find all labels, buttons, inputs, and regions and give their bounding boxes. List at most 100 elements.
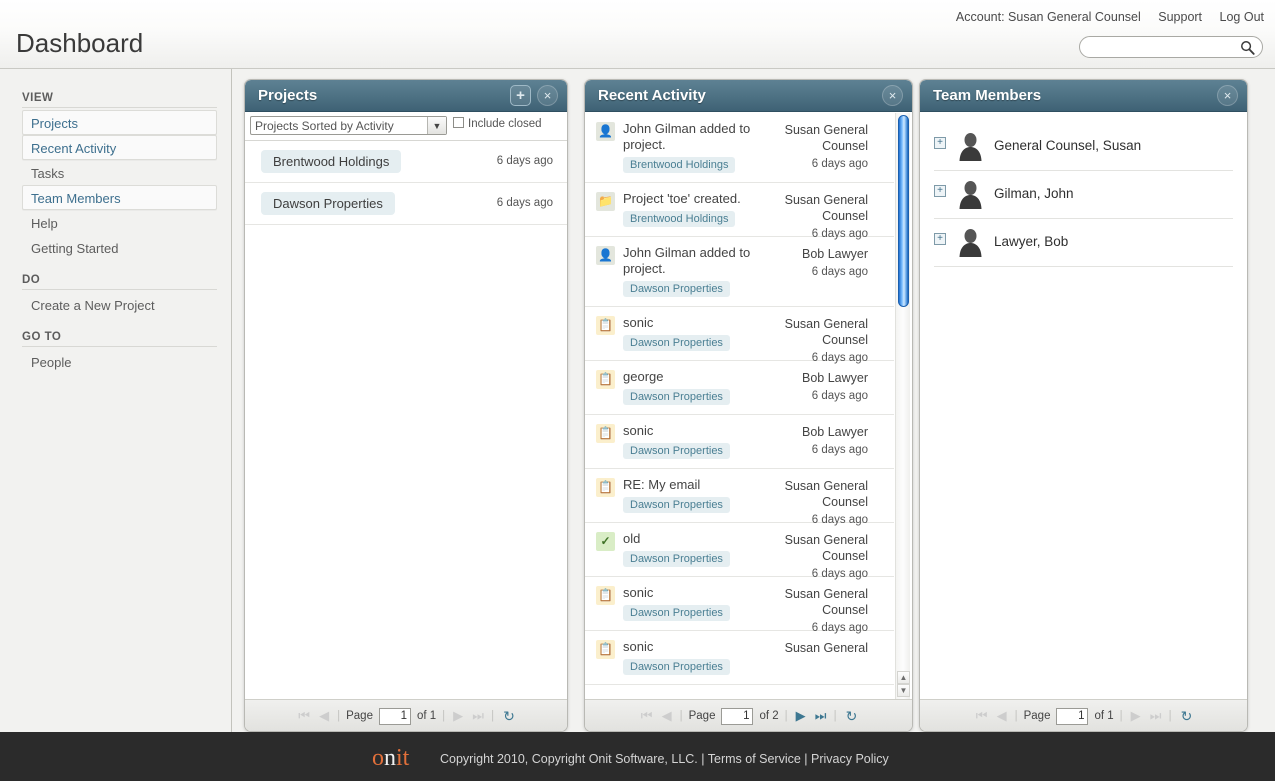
activity-text: sonic <box>623 423 654 438</box>
sidebar-item-people[interactable]: People <box>22 349 217 374</box>
sidebar-item-help[interactable]: Help <box>22 210 217 235</box>
close-recent-activity-panel-button[interactable]: × <box>882 85 903 106</box>
list-item[interactable]: 👤 John Gilman added to project. Brentwoo… <box>585 113 894 183</box>
activity-main: John Gilman added to project. Brentwood … <box>623 121 782 173</box>
avatar <box>959 229 982 257</box>
first-page-button[interactable]: ⏮ <box>640 708 654 724</box>
activity-project-tag[interactable]: Brentwood Holdings <box>623 211 736 227</box>
person-icon: 👤 <box>596 122 615 141</box>
sidebar-item-getting-started[interactable]: Getting Started <box>22 235 217 260</box>
page-total-label: of 1 <box>1094 710 1114 722</box>
expand-icon[interactable]: + <box>934 185 946 197</box>
list-item[interactable]: + Lawyer, Bob <box>934 219 1233 267</box>
projects-sort-select[interactable]: Projects Sorted by Activity ▼ <box>250 116 447 135</box>
add-project-button[interactable]: + <box>510 85 531 106</box>
last-page-button[interactable]: ⏭ <box>814 708 828 724</box>
activity-main: sonic Dawson Properties <box>623 315 782 351</box>
activity-project-tag[interactable]: Dawson Properties <box>623 497 730 513</box>
list-item[interactable]: 📋 sonic Dawson Properties Susan General … <box>585 577 894 634</box>
list-item[interactable]: 📋 sonic Dawson Properties Susan General … <box>585 307 894 364</box>
next-page-button[interactable]: ▶ <box>451 708 465 724</box>
list-item[interactable]: 📋 sonic Dawson Properties Bob Lawyer 6 d… <box>585 415 894 469</box>
note-icon: 📋 <box>596 370 615 389</box>
list-item[interactable]: 👤 John Gilman added to project. Dawson P… <box>585 237 894 307</box>
list-item[interactable]: ✓ old Dawson Properties Susan General Co… <box>585 523 894 580</box>
scroll-up-icon[interactable]: ▲ <box>897 671 910 684</box>
search-input[interactable] <box>1090 39 1238 56</box>
activity-meta: Bob Lawyer 6 days ago <box>768 370 868 404</box>
activity-project-tag[interactable]: Dawson Properties <box>623 551 730 567</box>
list-item[interactable]: + Gilman, John <box>934 171 1233 219</box>
support-link[interactable]: Support <box>1158 10 1202 24</box>
include-closed-label: Include closed <box>468 118 542 130</box>
project-name-chip[interactable]: Dawson Properties <box>261 192 395 215</box>
first-page-button[interactable]: ⏮ <box>975 708 989 724</box>
search-box[interactable] <box>1079 36 1263 58</box>
first-page-button[interactable]: ⏮ <box>297 708 311 724</box>
chevron-down-icon[interactable]: ▼ <box>427 117 446 134</box>
activity-author: Susan General Counsel <box>784 123 868 153</box>
activity-timestamp: 6 days ago <box>811 390 868 402</box>
search-icon[interactable] <box>1240 40 1255 55</box>
expand-icon[interactable]: + <box>934 233 946 245</box>
close-team-members-panel-button[interactable]: × <box>1217 85 1238 106</box>
list-item[interactable]: 📋 RE: My email Dawson Properties Susan G… <box>585 469 894 526</box>
sidebar-item-projects[interactable]: Projects <box>22 110 217 135</box>
sidebar-group-do: DO Create a New Project <box>0 274 231 317</box>
note-icon: 📋 <box>596 316 615 335</box>
activity-author: Susan General Counsel <box>784 317 868 347</box>
refresh-icon[interactable]: ↻ <box>846 708 858 725</box>
activity-project-tag[interactable]: Dawson Properties <box>623 443 730 459</box>
team-member-name[interactable]: Gilman, John <box>994 186 1074 201</box>
footer-copyright[interactable]: Copyright 2010, Copyright Onit Software,… <box>440 752 889 766</box>
page-number-input[interactable] <box>721 707 754 725</box>
team-member-name[interactable]: Lawyer, Bob <box>994 234 1068 249</box>
close-projects-panel-button[interactable]: × <box>537 85 558 106</box>
activity-project-tag[interactable]: Dawson Properties <box>623 281 730 297</box>
project-name-chip[interactable]: Brentwood Holdings <box>261 150 402 173</box>
activity-project-tag[interactable]: Dawson Properties <box>623 389 730 405</box>
activity-project-tag[interactable]: Brentwood Holdings <box>623 157 736 173</box>
next-page-button[interactable]: ▶ <box>1129 708 1143 724</box>
refresh-icon[interactable]: ↻ <box>1181 708 1193 725</box>
prev-page-button[interactable]: ◀ <box>995 708 1009 724</box>
list-item[interactable]: 📋 george Dawson Properties Bob Lawyer 6 … <box>585 361 894 415</box>
team-members-panel-body: + General Counsel, Susan + Gilman, John … <box>920 113 1247 699</box>
activity-meta: Susan General Counsel 6 days ago <box>768 532 868 582</box>
prev-page-button[interactable]: ◀ <box>317 708 331 724</box>
activity-main: Project 'toe' created. Brentwood Holding… <box>623 191 782 227</box>
table-row[interactable]: Brentwood Holdings 6 days ago <box>245 141 567 183</box>
activity-project-tag[interactable]: Dawson Properties <box>623 605 730 621</box>
expand-icon[interactable]: + <box>934 137 946 149</box>
prev-page-button[interactable]: ◀ <box>660 708 674 724</box>
list-item[interactable]: 📋 sonic Dawson Properties Susan General <box>585 631 894 685</box>
divider: | <box>442 710 446 722</box>
sidebar-item-team-members[interactable]: Team Members <box>22 185 217 210</box>
sidebar-item-recent-activity[interactable]: Recent Activity <box>22 135 217 160</box>
scroll-down-icon[interactable]: ▼ <box>897 684 910 697</box>
scrollbar-thumb[interactable] <box>898 115 909 307</box>
project-timestamp: 6 days ago <box>496 155 553 167</box>
include-closed-checkbox-row[interactable]: Include closed <box>453 117 542 130</box>
include-closed-checkbox[interactable] <box>453 117 464 128</box>
page-number-input[interactable] <box>1056 707 1089 725</box>
last-page-button[interactable]: ⏭ <box>1149 708 1163 724</box>
refresh-icon[interactable]: ↻ <box>503 708 515 725</box>
activity-scrollbar[interactable]: ▲ ▼ <box>895 113 910 699</box>
sidebar-item-create-new-project[interactable]: Create a New Project <box>22 292 217 317</box>
list-item[interactable]: + General Counsel, Susan <box>934 123 1233 171</box>
next-page-button[interactable]: ▶ <box>794 708 808 724</box>
page-number-input[interactable] <box>378 707 411 725</box>
logout-link[interactable]: Log Out <box>1220 10 1264 24</box>
scrollbar-arrows[interactable]: ▲ ▼ <box>897 671 910 697</box>
activity-project-tag[interactable]: Dawson Properties <box>623 659 730 675</box>
left-sidebar: VIEW Projects Recent Activity Tasks Team… <box>0 69 232 732</box>
team-member-name[interactable]: General Counsel, Susan <box>994 138 1141 153</box>
table-row[interactable]: Dawson Properties 6 days ago <box>245 183 567 225</box>
activity-author: Susan General <box>784 641 868 655</box>
sidebar-item-tasks[interactable]: Tasks <box>22 160 217 185</box>
list-item[interactable]: 📁 Project 'toe' created. Brentwood Holdi… <box>585 183 894 240</box>
last-page-button[interactable]: ⏭ <box>471 708 485 724</box>
top-header-bar: Dashboard Account: Susan General Counsel… <box>0 0 1275 69</box>
activity-project-tag[interactable]: Dawson Properties <box>623 335 730 351</box>
